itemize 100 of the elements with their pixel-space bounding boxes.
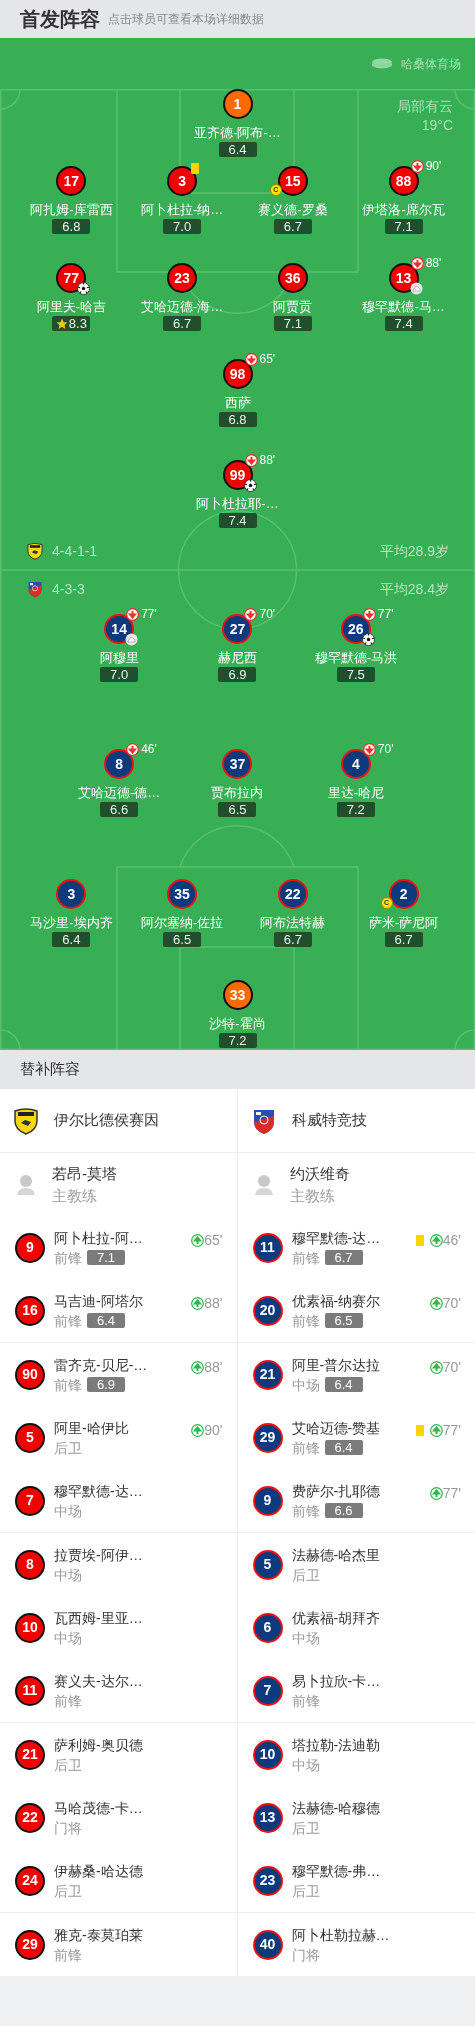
- rating-badge: 6.5: [324, 1313, 363, 1328]
- player-number[interactable]: 8: [15, 1549, 45, 1580]
- sub-on-minute: 90': [204, 1422, 223, 1438]
- player-name: 阿卜杜勒拉赫…: [291, 1925, 391, 1945]
- player-position: 前锋: [54, 1945, 82, 1964]
- player-number[interactable]: 22: [277, 879, 308, 909]
- player-number[interactable]: 13: [388, 263, 419, 293]
- player-number[interactable]: 29: [15, 1929, 45, 1960]
- player-number[interactable]: 10: [252, 1739, 283, 1770]
- rating-badge: 6.7: [273, 932, 312, 947]
- player-number[interactable]: 16: [15, 1295, 45, 1326]
- player-position: 前锋: [291, 1438, 320, 1457]
- player-number[interactable]: 88: [388, 166, 419, 196]
- player-name: 阿卜杜拉-阿…: [54, 1228, 144, 1248]
- player-name: 拉贾埃-阿伊…: [54, 1545, 144, 1565]
- player-number[interactable]: 4: [340, 749, 371, 779]
- player-number[interactable]: 20: [252, 1295, 283, 1326]
- player-name: 阿穆里: [99, 649, 139, 666]
- player-position: 前锋: [291, 1248, 320, 1267]
- booking-card-icon: [415, 1424, 424, 1436]
- player-position: 中场: [291, 1628, 320, 1647]
- sub-on-icon: [429, 1486, 443, 1500]
- rating-badge: 7.1: [87, 1250, 125, 1265]
- player-number[interactable]: 7: [252, 1675, 283, 1706]
- sub-off-icon: [126, 607, 140, 621]
- player-number[interactable]: 10: [15, 1612, 45, 1643]
- player-number[interactable]: 9: [15, 1232, 45, 1263]
- rating-badge: 6.6: [324, 1503, 363, 1518]
- section-hint: 点击球员可查看本场详细数据: [108, 11, 264, 28]
- player-number[interactable]: 37: [222, 749, 253, 779]
- player-name: 沙特-霍尚: [209, 1015, 266, 1032]
- player-name: 阿里夫-哈吉: [36, 298, 107, 315]
- player-name: 贾布拉内: [211, 784, 264, 801]
- sub-on-minute: 77': [442, 1422, 461, 1438]
- rating-badge: 6.5: [218, 802, 257, 817]
- player-number[interactable]: 1: [222, 89, 253, 119]
- player-number[interactable]: 6: [252, 1612, 283, 1643]
- player-position: 中场: [291, 1755, 320, 1774]
- rating-badge: 6.4: [87, 1313, 125, 1328]
- player-name: 优素福-纳赛尔: [291, 1291, 382, 1311]
- player-number[interactable]: 8: [104, 749, 135, 779]
- ball-icon: [361, 633, 375, 646]
- formation-text: 4-3-3: [52, 579, 85, 599]
- player-number[interactable]: 17: [56, 166, 87, 196]
- rating-badge: 6.7: [324, 1250, 363, 1265]
- player-position: 前锋: [54, 1248, 82, 1267]
- sub-on-minute: 65': [204, 1232, 223, 1248]
- player-name: 穆罕默德-马…: [362, 298, 445, 315]
- player-number[interactable]: 22: [15, 1802, 45, 1833]
- player-number[interactable]: 3: [56, 879, 87, 909]
- player-position: 后卫: [54, 1438, 82, 1457]
- sub-off-minute: 90': [425, 159, 442, 173]
- rating-badge: 6.4: [324, 1377, 363, 1392]
- player-number[interactable]: 24: [15, 1865, 45, 1896]
- rating-badge: 6.7: [163, 316, 202, 331]
- player-position: 后卫: [291, 1881, 320, 1900]
- player-number[interactable]: 13: [252, 1802, 283, 1833]
- player-number[interactable]: 21: [252, 1359, 283, 1390]
- player-number[interactable]: 23: [167, 263, 198, 293]
- player-number[interactable]: 3: [167, 166, 198, 196]
- player-number[interactable]: 23: [252, 1865, 283, 1896]
- coach-role: 主教练: [52, 1185, 98, 1206]
- player-number[interactable]: 77: [56, 263, 87, 293]
- player-number[interactable]: 35: [167, 879, 198, 909]
- player-position: 中场: [54, 1501, 82, 1520]
- player-number[interactable]: 15: [277, 166, 308, 196]
- player-number[interactable]: 11: [15, 1675, 45, 1706]
- player-number[interactable]: 2: [388, 879, 419, 909]
- formation-text: 4-4-1-1: [52, 541, 98, 561]
- player-name: 马沙里-埃内齐: [30, 914, 113, 931]
- section-title: 首发阵容: [20, 7, 100, 32]
- star-icon: [55, 317, 68, 330]
- player-number[interactable]: 7: [15, 1485, 45, 1516]
- player-number[interactable]: 33: [222, 980, 253, 1010]
- player-number[interactable]: 21: [15, 1739, 45, 1770]
- player-position: 前锋: [291, 1501, 320, 1520]
- player-name: 雅克-泰莫珀莱: [54, 1925, 144, 1945]
- sub-off-icon: [244, 453, 258, 467]
- sub-on-icon: [429, 1423, 443, 1437]
- sub-off-icon: [126, 742, 140, 756]
- ball-icon: [243, 479, 257, 492]
- shield-logo-icon: [26, 580, 44, 598]
- player-number[interactable]: 98: [222, 359, 253, 389]
- player-number[interactable]: 29: [252, 1422, 283, 1453]
- player-name: 阿尔塞纳-佐拉: [140, 914, 224, 931]
- player-position: 后卫: [54, 1881, 82, 1900]
- player-number[interactable]: 27: [222, 614, 253, 644]
- sub-on-minute: 88': [204, 1359, 223, 1375]
- player-name: 雷齐克-贝尼-…: [54, 1355, 149, 1375]
- player-number[interactable]: 9: [252, 1485, 283, 1516]
- player-number[interactable]: 90: [15, 1359, 45, 1390]
- player-number[interactable]: 5: [15, 1422, 45, 1453]
- player-number[interactable]: 5: [252, 1549, 283, 1580]
- player-number[interactable]: 36: [277, 263, 308, 293]
- player-name: 马吉迪-阿塔尔: [54, 1291, 144, 1311]
- player-name: 赫尼西: [218, 649, 257, 666]
- player-number[interactable]: 40: [252, 1929, 283, 1960]
- coach-name: 若昂-莫塔: [52, 1163, 117, 1184]
- player-name: 赛义夫-达尔…: [54, 1671, 144, 1691]
- player-number[interactable]: 11: [252, 1232, 283, 1263]
